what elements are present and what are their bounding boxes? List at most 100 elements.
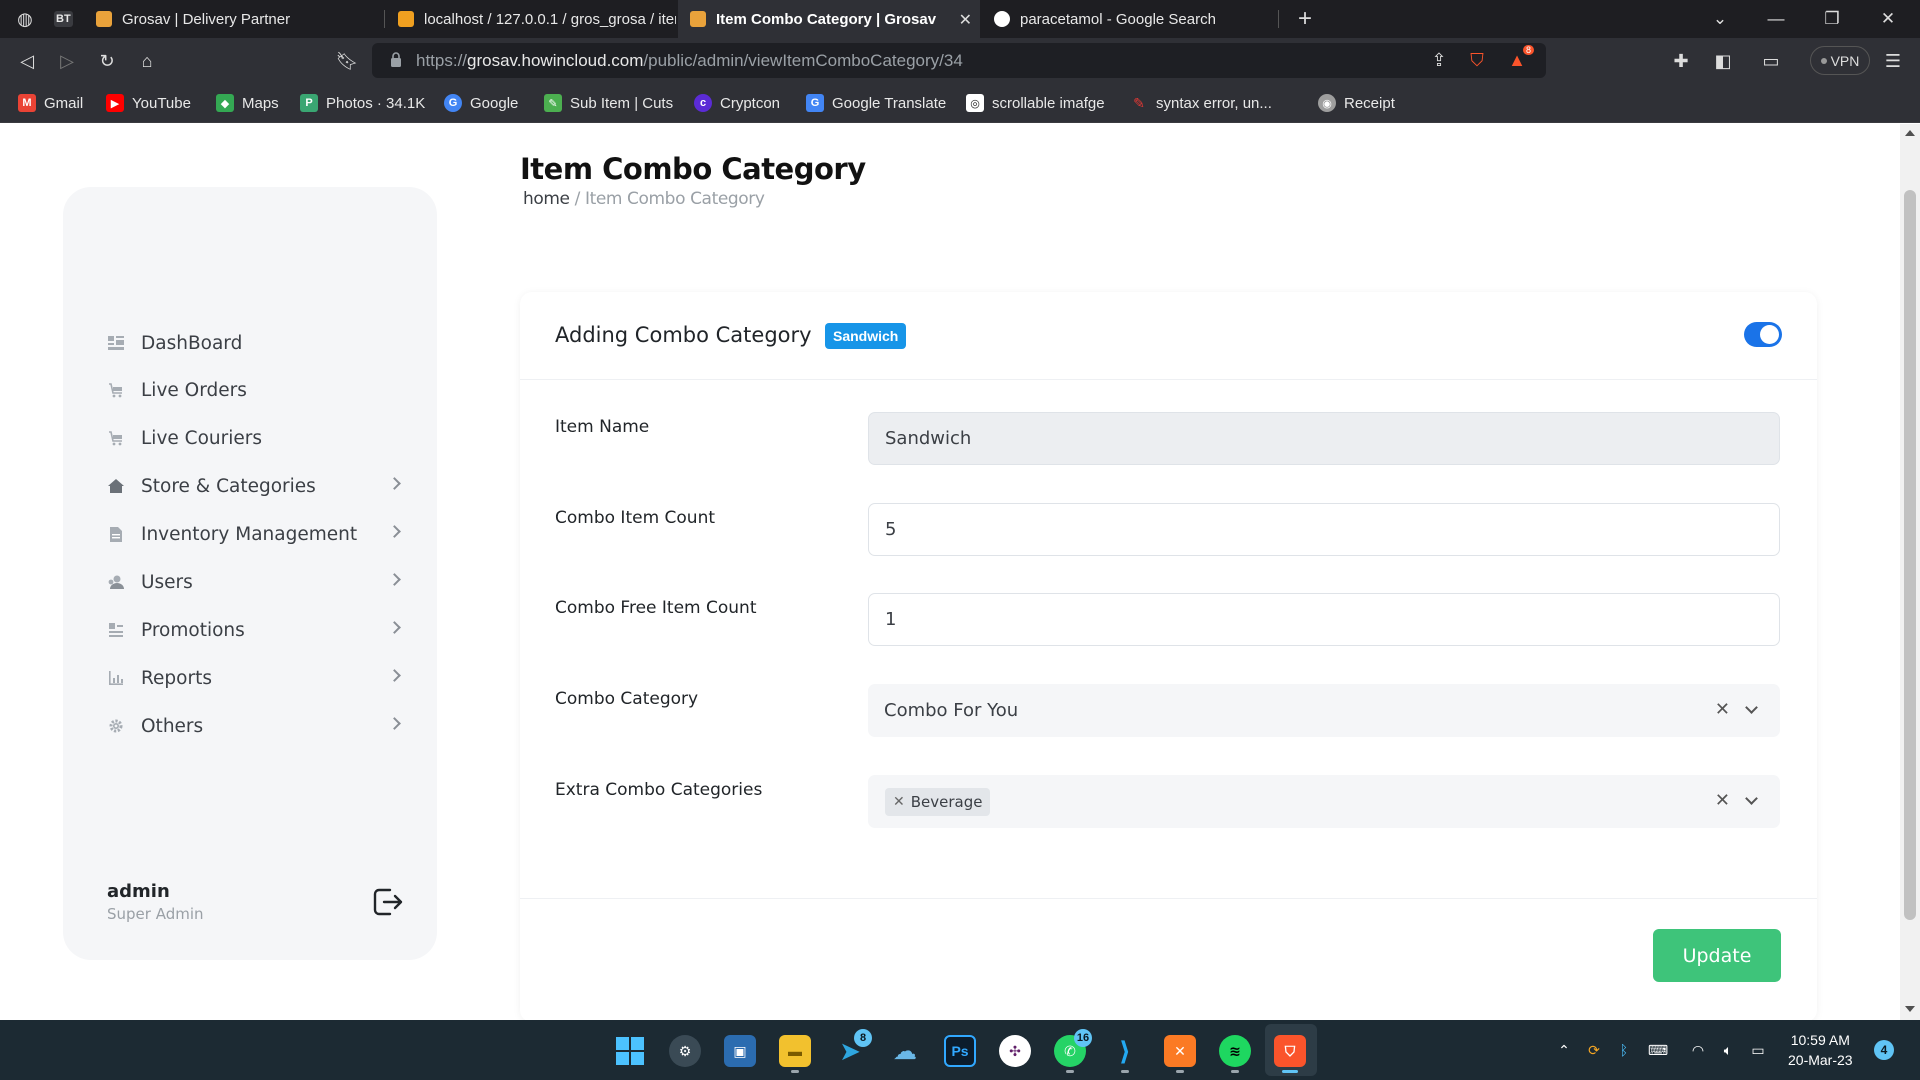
syntax-error-icon: ✎ <box>1133 94 1145 111</box>
bookmark-google-translate[interactable]: G Google Translate <box>806 91 946 115</box>
share-icon[interactable]: ⇪ <box>1424 45 1454 75</box>
extensions-icon[interactable]: ✚ <box>1666 46 1696 76</box>
bookmark-page-icon[interactable]: 🔖︎ <box>332 46 362 76</box>
browser-menu-icon[interactable]: ◍ <box>10 4 40 34</box>
show-hidden-icons-chevron-icon[interactable]: ⌃ <box>1554 1040 1574 1060</box>
breadcrumb-home-link[interactable]: home <box>523 189 570 209</box>
chevron-down-icon[interactable] <box>1745 792 1758 805</box>
tab-label: Item Combo Category | Grosav <box>716 10 937 28</box>
whatsapp-icon[interactable]: ✆ 16 <box>1054 1029 1092 1067</box>
tab-google-search[interactable]: paracetamol - Google Search <box>982 0 1278 38</box>
sidebar-item-dashboard[interactable]: DashBoard <box>107 327 407 359</box>
bluetooth-icon[interactable]: ᛒ <box>1614 1040 1634 1060</box>
tab-phpmyadmin[interactable]: localhost / 127.0.0.1 / gros_grosa / ite… <box>386 0 676 38</box>
new-tab-icon[interactable]: + <box>1290 4 1320 34</box>
sync-icon[interactable]: ⟳ <box>1584 1040 1604 1060</box>
combo-item-count-field[interactable]: 5 <box>868 503 1780 556</box>
sidebar-item-live-couriers[interactable]: Live Couriers <box>107 422 407 454</box>
browser-menu-icon[interactable]: ☰ <box>1878 46 1908 76</box>
close-tab-icon[interactable]: ✕ <box>959 10 972 30</box>
settings-icon[interactable]: ⚙ <box>669 1035 701 1067</box>
bookmark-youtube[interactable]: ▶ YouTube <box>106 91 191 115</box>
page-scrollbar[interactable] <box>1900 124 1920 1020</box>
item-name-field[interactable]: Sandwich <box>868 412 1780 465</box>
status-toggle[interactable] <box>1744 322 1782 347</box>
logout-icon[interactable] <box>370 885 404 919</box>
bookmark-maps[interactable]: ◆ Maps <box>216 91 279 115</box>
scroll-down-arrow-icon[interactable] <box>1905 1006 1915 1012</box>
back-icon[interactable]: ◁ <box>12 46 42 76</box>
scrollbar-thumb[interactable] <box>1904 190 1916 920</box>
minimize-icon[interactable]: — <box>1748 0 1804 38</box>
card-title: Adding Combo Category <box>555 323 812 347</box>
sidebar-toggle-icon[interactable]: ◧ <box>1708 46 1738 76</box>
forward-icon[interactable]: ▷ <box>52 46 82 76</box>
grosav-favicon <box>690 11 706 27</box>
remote-desktop-icon[interactable]: ▣ <box>724 1035 756 1067</box>
keyboard-icon[interactable]: ⌨ <box>1648 1040 1668 1060</box>
sidebar-item-users[interactable]: Users <box>107 566 407 598</box>
reload-icon[interactable]: ↻ <box>92 46 122 76</box>
bookmark-syntax-error[interactable]: ✎ syntax error, un... <box>1130 91 1272 115</box>
extra-combo-categories-select[interactable]: ✕ Beverage ✕ <box>868 775 1780 828</box>
bookmark-label: Google <box>470 94 519 112</box>
home-icon[interactable]: ⌂ <box>132 46 162 76</box>
windows-start-icon[interactable] <box>614 1035 646 1067</box>
sidebar-item-reports[interactable]: Reports <box>107 662 407 694</box>
close-window-icon[interactable]: ✕ <box>1860 0 1916 38</box>
brave-rewards-icon[interactable]: ▲ 8 <box>1502 45 1534 75</box>
remove-tag-icon[interactable]: ✕ <box>893 794 905 810</box>
vscode-icon[interactable]: ⟩ <box>1109 1035 1141 1067</box>
page-title: Item Combo Category <box>520 152 866 186</box>
tab-grosav-delivery-partner[interactable]: Grosav | Delivery Partner <box>84 0 384 38</box>
sidebar-item-label: Others <box>141 715 204 737</box>
tab-label: Grosav | Delivery Partner <box>122 10 291 28</box>
bookmark-label: Receipt <box>1344 94 1395 112</box>
bookmark-receipt[interactable]: ◉ Receipt <box>1318 91 1395 115</box>
restore-icon[interactable]: ❐ <box>1804 0 1860 38</box>
bookmark-photos[interactable]: P Photos · 34.1K <box>300 91 425 115</box>
cloud-app-icon[interactable]: ☁ <box>889 1035 921 1067</box>
combo-free-item-count-field[interactable]: 1 <box>868 593 1780 646</box>
vpn-button[interactable]: VPN <box>1810 46 1870 75</box>
chevron-down-icon[interactable] <box>1745 701 1758 714</box>
bookmark-label: Maps <box>242 94 279 112</box>
combo-category-select[interactable]: Combo For You ✕ <box>868 684 1780 737</box>
brave-browser-icon[interactable]: ⛉ <box>1274 1035 1306 1067</box>
combo-category-label: Combo Category <box>555 689 699 709</box>
bookmark-scrollable-imafge[interactable]: ◎ scrollable imafge <box>966 91 1105 115</box>
sidebar-item-inventory-management[interactable]: Inventory Management <box>107 518 407 550</box>
sidebar-item-others[interactable]: Others <box>107 710 407 742</box>
clear-selection-icon[interactable]: ✕ <box>1715 699 1730 720</box>
tab-item-combo-category[interactable]: Item Combo Category | Grosav ✕ <box>678 0 980 38</box>
scroll-up-arrow-icon[interactable] <box>1905 130 1915 136</box>
bookmark-label: YouTube <box>132 94 191 112</box>
notification-badge[interactable]: 4 <box>1874 1040 1894 1060</box>
sidebar-item-live-orders[interactable]: Live Orders <box>107 374 407 406</box>
bookmark-gmail[interactable]: M Gmail <box>18 91 83 115</box>
battery-icon[interactable]: ▭ <box>1748 1040 1768 1060</box>
wifi-icon[interactable]: ◠ <box>1688 1040 1708 1060</box>
sidebar-item-store-categories[interactable]: Store & Categories <box>107 470 407 502</box>
xampp-icon[interactable]: ✕ <box>1164 1035 1196 1067</box>
tab-search-chevron-icon[interactable]: ⌄ <box>1692 0 1748 38</box>
tab-bt[interactable]: BT <box>42 0 82 38</box>
clear-selection-icon[interactable]: ✕ <box>1715 790 1730 811</box>
spotify-icon[interactable]: ≋ <box>1219 1035 1251 1067</box>
brave-shields-icon[interactable]: ⛉ <box>1462 45 1492 75</box>
file-explorer-icon[interactable]: ▬ <box>779 1035 811 1067</box>
sidebar-item-promotions[interactable]: Promotions <box>107 614 407 646</box>
slack-icon[interactable]: ✣ <box>999 1035 1031 1067</box>
bookmark-cryptcon[interactable]: c Cryptcon <box>694 91 780 115</box>
breadcrumb-current: Item Combo Category <box>584 189 765 209</box>
bookmark-sub-item-cuts[interactable]: ✎ Sub Item | Cuts <box>544 91 673 115</box>
address-bar[interactable]: https://grosav.howincloud.com/public/adm… <box>372 43 1546 78</box>
telegram-icon[interactable]: ➤ 8 <box>834 1029 872 1067</box>
system-clock[interactable]: 10:59 AM 20-Mar-23 <box>1788 1030 1853 1070</box>
photoshop-icon[interactable]: Ps <box>944 1035 976 1067</box>
volume-icon[interactable]: 🔈︎ <box>1718 1040 1738 1060</box>
update-button[interactable]: Update <box>1653 929 1781 982</box>
bookmark-google[interactable]: G Google <box>444 91 518 115</box>
browser-tab-bar: ◍ BT Grosav | Delivery Partner localhost… <box>0 0 1920 38</box>
wallet-icon[interactable]: ▭ <box>1756 46 1786 76</box>
